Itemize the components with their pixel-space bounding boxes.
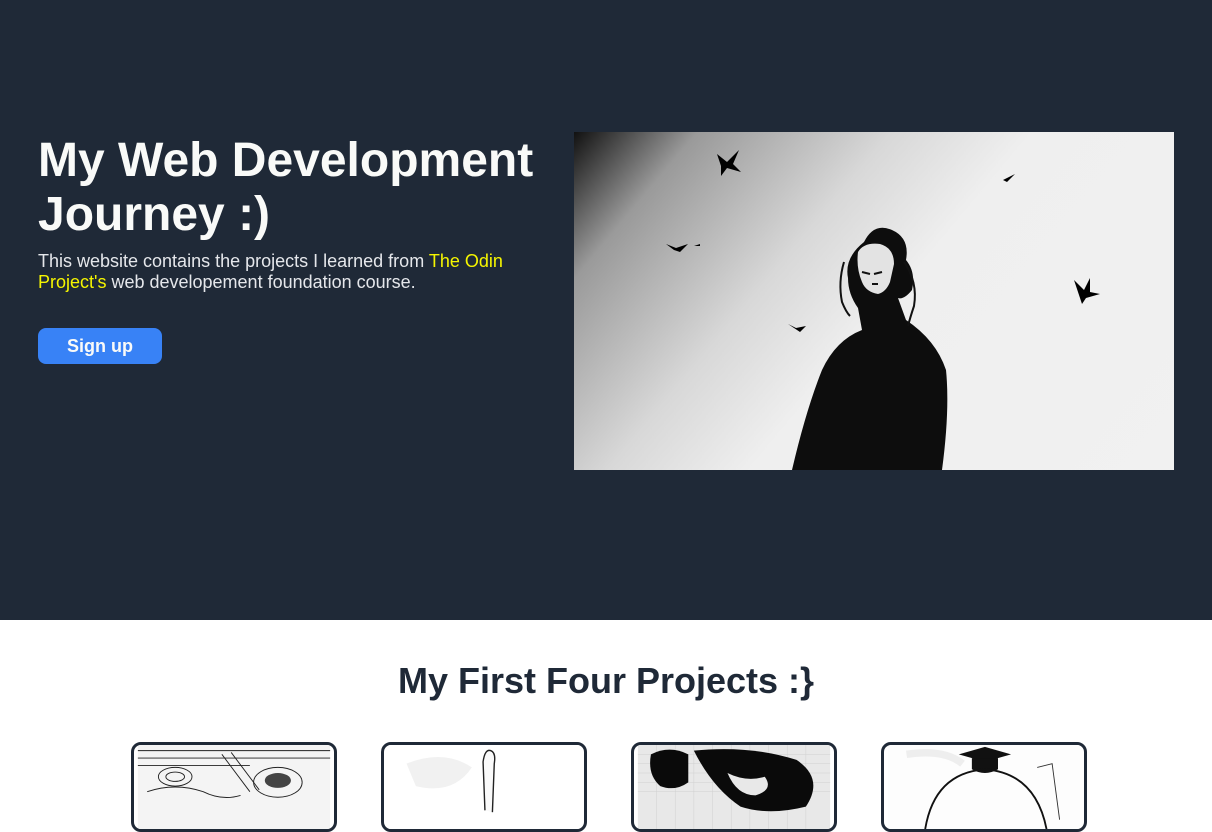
project-card-2[interactable] bbox=[381, 742, 587, 832]
hero-description: This website contains the projects I lea… bbox=[38, 251, 538, 293]
project-card-3[interactable] bbox=[631, 742, 837, 832]
hero-description-text: This website contains the projects I lea… bbox=[38, 251, 429, 271]
project-card-4[interactable] bbox=[881, 742, 1087, 832]
manga-hand-image bbox=[387, 745, 581, 829]
manga-graduate-cap-image bbox=[887, 745, 1081, 829]
signup-button[interactable]: Sign up bbox=[38, 328, 162, 364]
manga-pixel-portrait-image bbox=[637, 745, 831, 829]
hero-title: My Web Development Journey :) bbox=[38, 134, 534, 241]
hero-description-text-end: web developement foundation course. bbox=[106, 272, 416, 292]
manga-swordsman-illustration bbox=[666, 150, 1100, 470]
manga-food-bowl-image bbox=[137, 745, 331, 829]
hero-image bbox=[574, 132, 1174, 470]
project-card-1[interactable] bbox=[131, 742, 337, 832]
projects-title: My First Four Projects :} bbox=[397, 660, 815, 701]
hero-section: My Web Development Journey :) This websi… bbox=[0, 0, 1212, 620]
